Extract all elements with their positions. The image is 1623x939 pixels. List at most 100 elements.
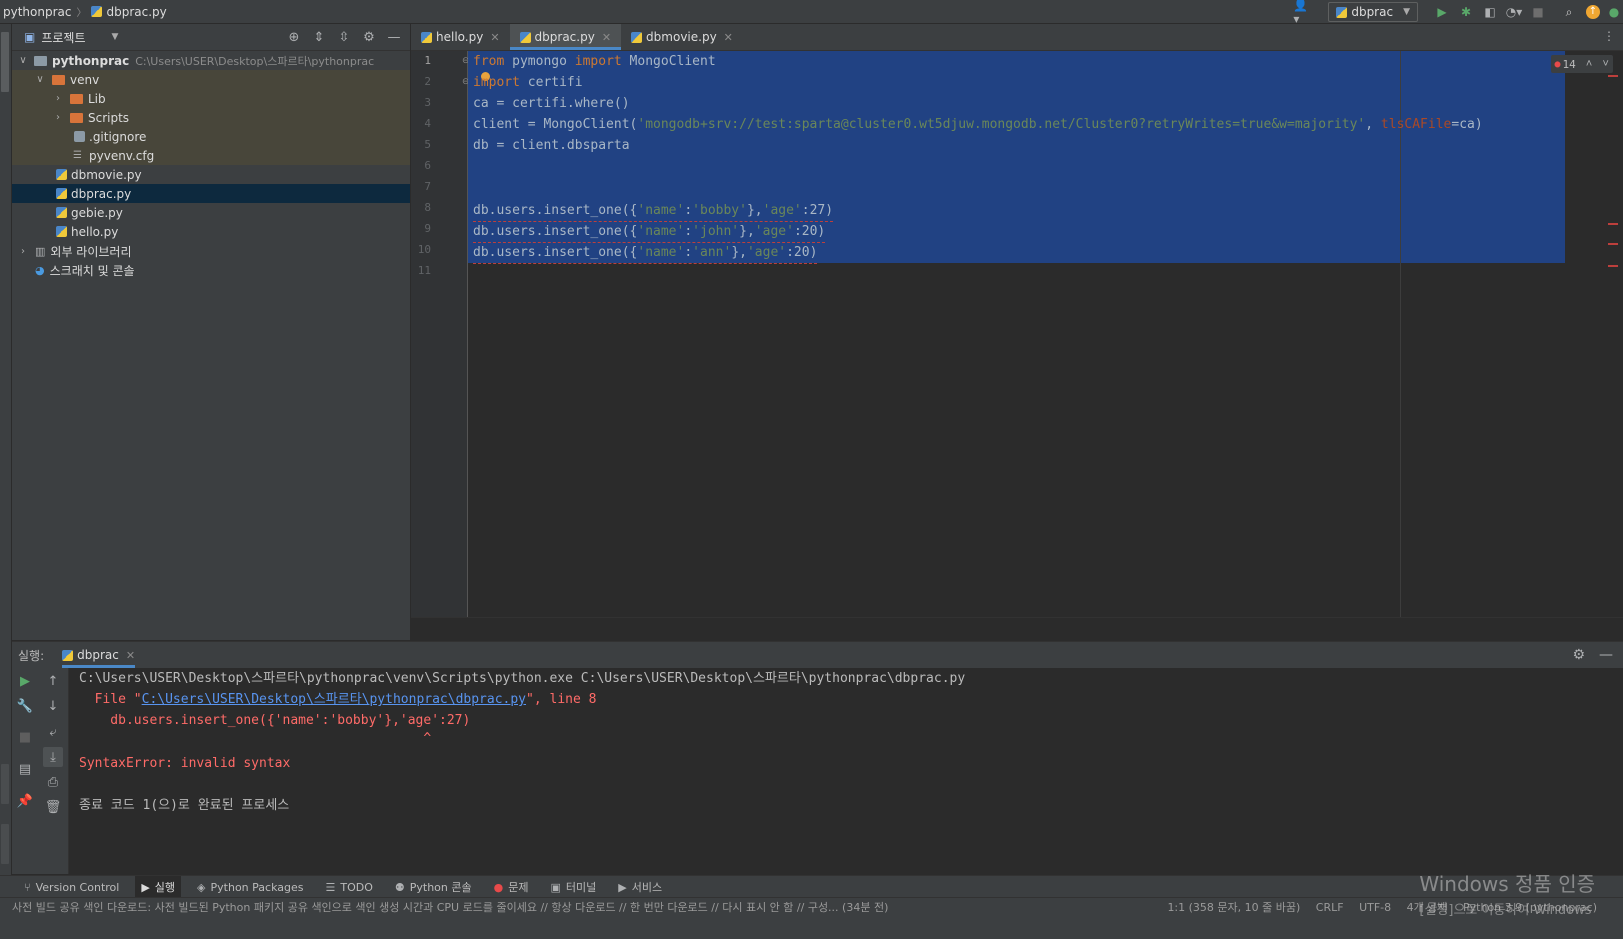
scroll-to-end-icon[interactable]: ⤓ [43,747,63,767]
editor-gutter[interactable]: 1 2 3 4 5 6 7 8 9 10 11 ⊖ ⊖ [411,51,470,617]
line-separator[interactable]: CRLF [1316,901,1344,914]
chevron-up-icon[interactable]: ˄ [1586,57,1593,71]
project-pane-header: ▣ 프로젝트 ▼ ⊕ ⇕ ⇳ ⚙ — [12,24,410,51]
tool-services[interactable]: ▶ 서비스 [612,876,668,898]
tree-item-hello[interactable]: hello.py [12,222,410,241]
layout-icon[interactable]: ▤ [15,759,35,779]
tree-item-scripts[interactable]: › Scripts [12,108,410,127]
update-icon[interactable]: ↑ [1584,3,1602,21]
arrow-down-icon[interactable]: ↓ [43,696,63,716]
gear-icon[interactable]: ⚙ [1572,647,1585,663]
tree-item-label: dbprac.py [71,186,132,201]
project-view-icon: ▣ [24,30,36,44]
run-icon[interactable]: ▶ [1433,3,1451,21]
chevron-right-icon[interactable]: › [52,93,64,104]
left-tool-strip [0,24,12,914]
stop-icon[interactable]: ■ [1529,3,1547,21]
user-icon[interactable]: 👤▾ [1293,0,1311,26]
tree-item-scratches[interactable]: ◕ 스크래치 및 콘솔 [12,261,410,280]
tree-item-label: Scripts [88,110,130,125]
line-number: 9 [424,222,431,235]
tool-python-console[interactable]: ⚉ Python 콘솔 [389,876,478,898]
tool-terminal[interactable]: ▣ 터미널 [544,876,602,898]
error-stripe-mark[interactable] [1608,243,1618,245]
chevron-down-icon[interactable]: ∨ [34,74,46,85]
run-config-selector[interactable]: dbprac ▼ [1328,2,1418,22]
hide-icon[interactable]: — [384,28,404,46]
file-encoding[interactable]: UTF-8 [1359,901,1391,914]
code-token: from [473,54,505,69]
soft-wrap-icon[interactable]: ⤶ [43,722,63,742]
ide-status-icon[interactable]: ● [1605,3,1623,21]
debug-icon[interactable]: ✱ [1457,3,1475,21]
structure-tool-tab[interactable] [1,824,9,864]
stop-icon[interactable]: ■ [15,727,35,747]
close-icon[interactable]: ✕ [724,31,733,44]
tool-todo[interactable]: ☰ TODO [319,876,378,898]
tool-version-control[interactable]: ⑂ Version Control [18,876,125,898]
error-stripe-mark[interactable] [1608,223,1618,225]
expand-all-icon[interactable]: ⇕ [309,28,329,46]
trash-icon[interactable]: 🗑 [43,797,63,817]
tool-python-packages[interactable]: ◈ Python Packages [191,876,309,898]
print-icon[interactable]: ⎙ [43,772,63,792]
code-token: db.users.insert_one({ [473,224,638,239]
chevron-down-icon[interactable]: ˅ [1602,57,1609,71]
tree-item-gebie[interactable]: gebie.py [12,203,410,222]
line-number: 8 [424,201,431,214]
editor-horizontal-scrollbar[interactable] [411,617,1623,641]
profile-icon[interactable]: ◔▾ [1505,3,1523,21]
tree-item-venv[interactable]: ∨ venv [12,70,410,89]
coverage-icon[interactable]: ◧ [1481,3,1499,21]
tool-label: 문제 [508,881,529,894]
tool-run[interactable]: ▶ 실행 [135,876,182,898]
close-icon[interactable]: ✕ [126,649,135,662]
project-pane-title[interactable]: 프로젝트 [41,29,85,46]
status-message[interactable]: 사전 빌드 공유 색인 다운로드: 사전 빌드된 Python 패키지 공유 색… [12,899,888,915]
arrow-up-icon[interactable]: ↑ [43,671,63,691]
python-file-icon [56,169,67,180]
tree-item-external-libraries[interactable]: › ▥ 외부 라이브러리 [12,242,410,261]
run-console[interactable]: C:\Users\USER\Desktop\스파르타\pythonprac\ve… [69,668,1623,874]
tree-root[interactable]: ∨ pythonprac C:\Users\USER\Desktop\스파르타\… [12,51,410,70]
tree-item-label: pyvenv.cfg [89,148,155,163]
more-icon[interactable]: ⋮ [1603,29,1615,43]
bookmarks-tool-tab[interactable] [1,764,9,804]
code-token: 'name' [637,245,685,260]
error-stripe-mark[interactable] [1608,265,1618,267]
scratches-icon: ◕ [35,264,45,277]
tab-hello[interactable]: hello.py ✕ [411,24,510,50]
pin-icon[interactable]: 📌 [15,791,35,811]
tree-item-gitignore[interactable]: .gitignore [12,127,410,146]
code-editor[interactable]: from pymongo import MongoClient import c… [468,51,1623,617]
tab-dbprac[interactable]: dbprac.py ✕ [509,24,622,50]
chevron-down-icon[interactable]: ∨ [17,55,29,66]
error-stripe-mark[interactable] [1608,75,1618,77]
breadcrumb-file[interactable]: dbprac.py [106,5,166,19]
close-icon[interactable]: ✕ [490,31,499,44]
collapse-all-icon[interactable]: ⇳ [334,28,354,46]
console-file-link[interactable]: C:\Users\USER\Desktop\스파르타\pythonprac\db… [142,692,526,707]
breadcrumb-project[interactable]: pythonprac [0,5,71,19]
project-tool-tab[interactable] [1,32,9,92]
caret-position[interactable]: 1:1 (358 문자, 10 줄 바꿈) [1167,901,1300,914]
tool-label: TODO [340,880,373,894]
tree-item-lib[interactable]: › Lib [12,89,410,108]
tree-item-pyvenv[interactable]: ☰ pyvenv.cfg [12,146,410,165]
rerun-icon[interactable]: ▶ [15,671,35,691]
inspection-widget[interactable]: ● 14 ˄ ˅ [1550,55,1613,73]
locate-icon[interactable]: ⊕ [284,28,304,46]
tree-item-dbprac[interactable]: dbprac.py [12,184,410,203]
chevron-right-icon[interactable]: › [17,246,29,257]
chevron-down-icon[interactable]: ▼ [112,32,119,42]
chevron-right-icon[interactable]: › [52,112,64,123]
close-icon[interactable]: ✕ [602,31,611,44]
hide-icon[interactable]: — [1599,647,1613,663]
tool-problems[interactable]: ● 문제 [488,876,535,898]
tree-item-dbmovie[interactable]: dbmovie.py [12,165,410,184]
wrench-icon[interactable]: 🔧 [15,696,35,716]
gear-icon[interactable]: ⚙ [359,28,379,46]
search-icon[interactable]: ⌕ [1560,3,1578,21]
run-tab-dbprac[interactable]: dbprac ✕ [62,642,136,668]
tab-dbmovie[interactable]: dbmovie.py ✕ [621,24,743,50]
